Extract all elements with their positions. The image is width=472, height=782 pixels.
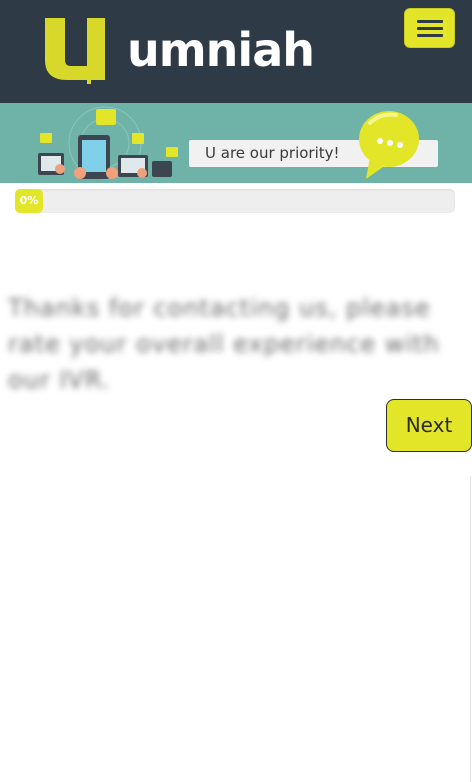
umniah-logo-mark-icon xyxy=(45,18,105,84)
social-devices-illustration-icon xyxy=(38,106,178,180)
hamburger-icon-bar xyxy=(417,34,443,37)
next-button[interactable]: Next xyxy=(386,399,472,452)
hamburger-icon xyxy=(417,20,443,23)
chat-bubble-icon xyxy=(359,111,419,179)
progress-fill: 0% xyxy=(15,189,43,213)
brand-logo-text: umniah xyxy=(127,23,315,77)
survey-question: Thanks for contacting us, please rate yo… xyxy=(8,294,440,394)
page-divider xyxy=(470,476,471,782)
hamburger-icon-bar xyxy=(417,27,443,30)
app-header: umniah xyxy=(0,0,472,103)
promo-banner: U are our priority! xyxy=(0,103,472,183)
menu-toggle-button[interactable] xyxy=(404,8,455,48)
survey-progress-bar: 0% xyxy=(15,189,455,213)
